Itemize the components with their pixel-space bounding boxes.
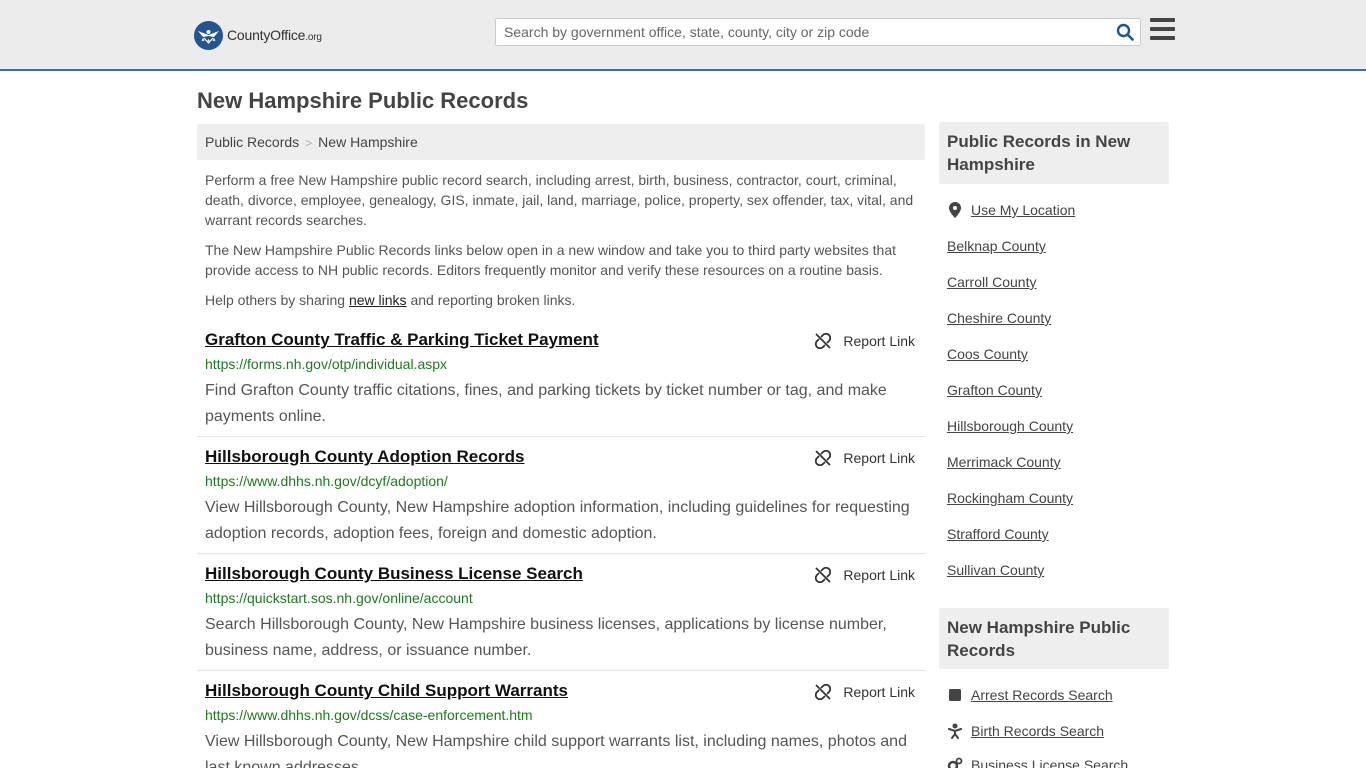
result-title-link[interactable]: Hillsborough County Business License Sea… <box>205 564 583 584</box>
birth-records-link[interactable]: Birth Records Search <box>947 723 1104 739</box>
result-item: Grafton County Traffic & Parking Ticket … <box>197 330 925 437</box>
breadcrumb-current: New Hampshire <box>318 134 418 150</box>
result-description: Search Hillsborough County, New Hampshir… <box>205 616 887 659</box>
intro-paragraph-3: Help others by sharing new links and rep… <box>205 292 576 308</box>
breadcrumb-public-records[interactable]: Public Records <box>205 134 299 150</box>
sidebar-county-link[interactable]: Hillsborough County <box>947 418 1073 434</box>
site-header: CountyOffice.org <box>0 0 1366 71</box>
result-description: View Hillsborough County, New Hampshire … <box>205 733 907 768</box>
sidebar-county-link[interactable]: Carroll County <box>947 274 1036 290</box>
breadcrumb-separator: > <box>305 136 313 150</box>
result-url: https://quickstart.sos.nh.gov/online/acc… <box>205 590 473 606</box>
sidebar-heading-records: New Hampshire Public Records <box>939 608 1169 669</box>
sidebar-county-link[interactable]: Strafford County <box>947 526 1049 542</box>
use-my-location-link[interactable]: Use My Location <box>947 202 1075 218</box>
broken-link-icon <box>815 450 832 466</box>
intro-paragraph-2: The New Hampshire Public Records links b… <box>205 242 897 278</box>
result-item: Hillsborough County Child Support Warran… <box>197 681 925 768</box>
baby-icon <box>947 723 963 739</box>
report-link-button[interactable]: Report Link <box>815 567 915 583</box>
new-links-link[interactable]: new links <box>349 292 407 308</box>
arrest-records-link[interactable]: Arrest Records Search <box>947 687 1113 703</box>
sidebar-county-link[interactable]: Cheshire County <box>947 310 1051 326</box>
sidebar-county-link[interactable]: Belknap County <box>947 238 1046 254</box>
result-title-link[interactable]: Hillsborough County Child Support Warran… <box>205 681 568 701</box>
sidebar-county-link[interactable]: Merrimack County <box>947 454 1061 470</box>
square-icon <box>947 687 963 703</box>
gears-icon <box>947 757 963 768</box>
search-input[interactable] <box>496 19 1110 45</box>
report-link-button[interactable]: Report Link <box>815 450 915 466</box>
result-item: Hillsborough County Adoption Records Rep… <box>197 447 925 554</box>
logo-eagle-icon <box>194 20 223 50</box>
sidebar-county-link[interactable]: Rockingham County <box>947 490 1073 506</box>
broken-link-icon <box>815 567 832 583</box>
result-url: https://forms.nh.gov/otp/individual.aspx <box>205 356 448 372</box>
logo-text: CountyOffice.org <box>227 27 322 43</box>
result-url: https://www.dhhs.nh.gov/dcss/case-enforc… <box>205 707 533 723</box>
search-button[interactable] <box>1110 19 1140 45</box>
result-item: Hillsborough County Business License Sea… <box>197 564 925 671</box>
result-url: https://www.dhhs.nh.gov/dcyf/adoption/ <box>205 473 448 489</box>
sidebar-county-link[interactable]: Grafton County <box>947 382 1042 398</box>
sidebar-county-link[interactable]: Sullivan County <box>947 562 1044 578</box>
search-bar <box>495 18 1141 46</box>
map-pin-icon <box>947 202 963 218</box>
sidebar-heading-counties: Public Records in New Hampshire <box>939 122 1169 184</box>
report-link-button[interactable]: Report Link <box>815 333 915 349</box>
hamburger-menu-icon[interactable] <box>1150 18 1175 42</box>
report-link-button[interactable]: Report Link <box>815 684 915 700</box>
result-description: Find Grafton County traffic citations, f… <box>205 382 887 425</box>
intro-paragraph-1: Perform a free New Hampshire public reco… <box>205 172 914 228</box>
page-title: New Hampshire Public Records <box>197 88 529 113</box>
site-logo[interactable]: CountyOffice.org <box>194 20 322 50</box>
result-title-link[interactable]: Grafton County Traffic & Parking Ticket … <box>205 330 599 350</box>
broken-link-icon <box>815 333 832 349</box>
result-description: View Hillsborough County, New Hampshire … <box>205 499 910 542</box>
result-title-link[interactable]: Hillsborough County Adoption Records <box>205 447 525 467</box>
broken-link-icon <box>815 684 832 700</box>
business-license-link[interactable]: Business License Search <box>947 757 1128 768</box>
sidebar-county-link[interactable]: Coos County <box>947 346 1028 362</box>
search-icon <box>1116 23 1134 41</box>
breadcrumb: Public Records > New Hampshire <box>197 124 925 160</box>
